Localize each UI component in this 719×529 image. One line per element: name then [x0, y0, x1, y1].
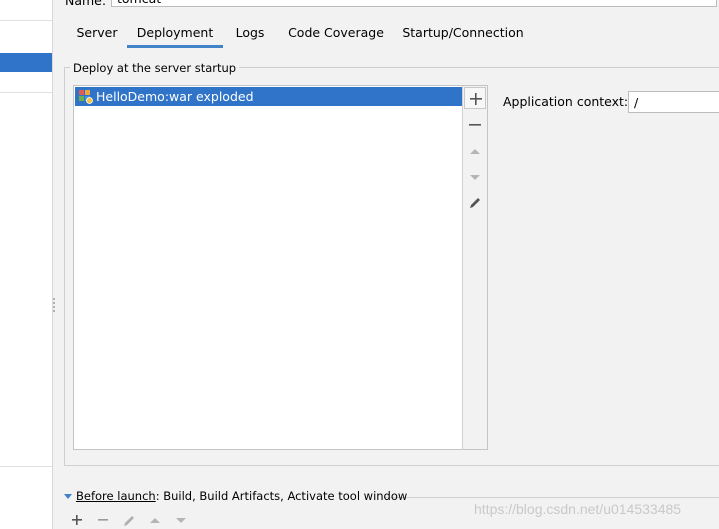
collapse-triangle-icon[interactable] — [64, 494, 72, 499]
watermark: https://blog.csdn.net/u014533485 — [474, 501, 682, 517]
edit-icon[interactable] — [121, 512, 137, 528]
remove-artifact-button[interactable] — [464, 114, 486, 136]
splitter-handle[interactable] — [53, 298, 56, 314]
edit-icon — [470, 198, 480, 208]
remove-icon — [469, 124, 481, 126]
tree-separator — [0, 20, 52, 21]
before-launch-separator — [384, 497, 719, 498]
name-label: Name: — [65, 0, 107, 8]
move-down-icon — [470, 175, 480, 180]
tab-startup-connection[interactable]: Startup/Connection — [399, 22, 527, 48]
deploy-group-title: Deploy at the server startup — [70, 61, 240, 75]
move-up-button[interactable] — [464, 140, 486, 162]
tree-separator — [0, 466, 52, 467]
name-field[interactable]: tomcat — [111, 0, 717, 7]
before-launch-prefix: Before launch — [76, 489, 156, 503]
tab-logs[interactable]: Logs — [229, 22, 271, 48]
move-down-icon[interactable] — [173, 512, 189, 528]
tree-selected-item[interactable] — [0, 53, 52, 72]
tree-separator — [0, 92, 52, 93]
list-item[interactable]: HelloDemo:war exploded — [75, 87, 463, 106]
list-toolbar — [462, 85, 488, 450]
tab-deployment[interactable]: Deployment — [127, 22, 223, 48]
add-icon[interactable] — [69, 512, 85, 528]
artifact-list[interactable]: HelloDemo:war exploded — [73, 85, 463, 450]
tab-server[interactable]: Server — [72, 22, 122, 48]
artifact-label: HelloDemo:war exploded — [96, 89, 254, 104]
application-context-label: Application context: — [503, 94, 629, 109]
edit-artifact-button[interactable] — [464, 192, 486, 214]
add-artifact-button[interactable] — [464, 87, 486, 109]
move-up-icon[interactable] — [147, 512, 163, 528]
add-icon — [470, 93, 482, 105]
run-config-tree[interactable] — [0, 0, 53, 529]
application-context-input[interactable] — [628, 91, 719, 113]
tab-code-coverage[interactable]: Code Coverage — [282, 22, 390, 48]
remove-icon[interactable] — [95, 512, 111, 528]
before-launch-text: : Build, Build Artifacts, Activate tool … — [155, 489, 408, 503]
before-launch-header[interactable]: Before launch: Build, Build Artifacts, A… — [64, 489, 407, 503]
move-up-icon — [470, 149, 480, 154]
war-exploded-artifact-icon — [78, 89, 93, 104]
move-down-button[interactable] — [464, 166, 486, 188]
